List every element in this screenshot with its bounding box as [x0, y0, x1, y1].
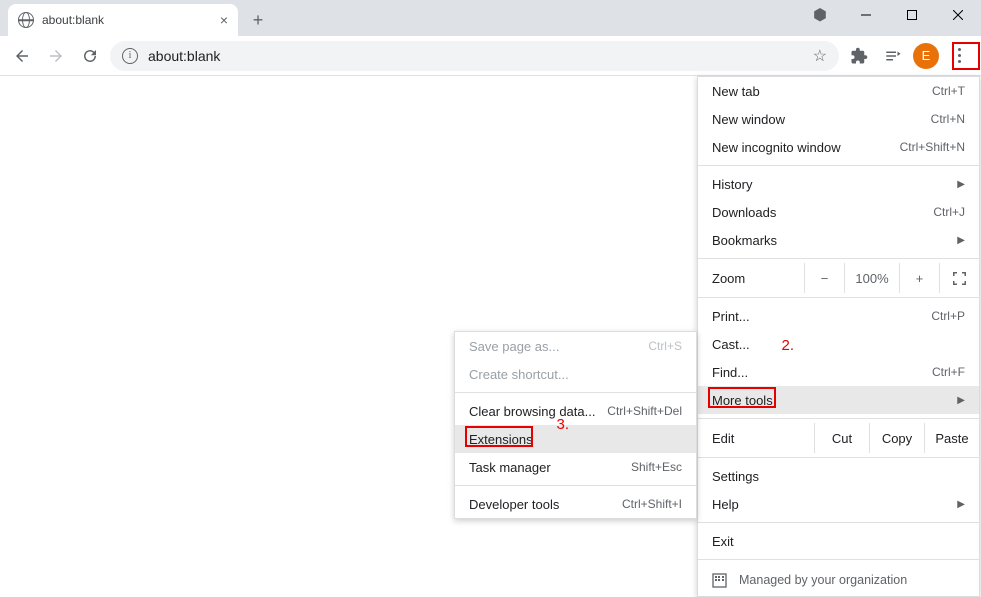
- media-control-icon[interactable]: [879, 42, 907, 70]
- submenu-create-shortcut[interactable]: Create shortcut...: [455, 360, 696, 388]
- browser-tab[interactable]: about:blank ×: [8, 4, 238, 36]
- menu-managed[interactable]: Managed by your organization: [698, 564, 979, 596]
- chevron-right-icon: ▶: [957, 395, 965, 406]
- more-tools-submenu: Save page as...Ctrl+S Create shortcut...…: [454, 331, 697, 519]
- site-info-icon[interactable]: i: [122, 48, 138, 64]
- chevron-right-icon: ▶: [957, 235, 965, 246]
- cut-button[interactable]: Cut: [814, 423, 869, 453]
- menu-history[interactable]: History▶: [698, 170, 979, 198]
- submenu-task-manager[interactable]: Task managerShift+Esc: [455, 453, 696, 481]
- maximize-button[interactable]: [889, 0, 935, 30]
- bookmark-star-icon[interactable]: ☆: [813, 46, 827, 66]
- menu-zoom: Zoom − 100% +: [698, 263, 979, 293]
- menu-new-incognito[interactable]: New incognito windowCtrl+Shift+N: [698, 133, 979, 161]
- tab-title: about:blank: [42, 13, 212, 27]
- copy-button[interactable]: Copy: [869, 423, 924, 453]
- chevron-right-icon: ▶: [957, 179, 965, 190]
- submenu-clear-data[interactable]: Clear browsing data...Ctrl+Shift+Del: [455, 397, 696, 425]
- window-controls: ⬢: [797, 0, 981, 30]
- new-tab-button[interactable]: +: [244, 6, 272, 34]
- address-bar[interactable]: i about:blank ☆: [110, 41, 839, 71]
- menu-help[interactable]: Help▶: [698, 490, 979, 518]
- menu-downloads[interactable]: DownloadsCtrl+J: [698, 198, 979, 226]
- menu-more-tools[interactable]: More tools▶: [698, 386, 979, 414]
- toolbar: i about:blank ☆ E: [0, 36, 981, 76]
- zoom-value: 100%: [844, 263, 899, 293]
- zoom-out-button[interactable]: −: [804, 263, 844, 293]
- menu-cast[interactable]: Cast...: [698, 330, 979, 358]
- back-button[interactable]: [8, 42, 36, 70]
- menu-new-window[interactable]: New windowCtrl+N: [698, 105, 979, 133]
- submenu-save-page[interactable]: Save page as...Ctrl+S: [455, 332, 696, 360]
- url-text: about:blank: [148, 48, 803, 64]
- profile-avatar[interactable]: E: [913, 43, 939, 69]
- minimize-button[interactable]: [843, 0, 889, 30]
- close-window-button[interactable]: [935, 0, 981, 30]
- menu-exit[interactable]: Exit: [698, 527, 979, 555]
- globe-icon: [18, 12, 34, 28]
- menu-settings[interactable]: Settings: [698, 462, 979, 490]
- forward-button[interactable]: [42, 42, 70, 70]
- close-tab-icon[interactable]: ×: [220, 12, 228, 28]
- chrome-menu-button[interactable]: [945, 42, 973, 70]
- submenu-dev-tools[interactable]: Developer toolsCtrl+Shift+I: [455, 490, 696, 518]
- reload-button[interactable]: [76, 42, 104, 70]
- zoom-in-button[interactable]: +: [899, 263, 939, 293]
- menu-print[interactable]: Print...Ctrl+P: [698, 302, 979, 330]
- chevron-right-icon: ▶: [957, 499, 965, 510]
- menu-new-tab[interactable]: New tabCtrl+T: [698, 77, 979, 105]
- menu-bookmarks[interactable]: Bookmarks▶: [698, 226, 979, 254]
- extensions-icon[interactable]: [845, 42, 873, 70]
- menu-find[interactable]: Find...Ctrl+F: [698, 358, 979, 386]
- paste-button[interactable]: Paste: [924, 423, 979, 453]
- building-icon: [712, 573, 727, 588]
- submenu-extensions[interactable]: Extensions: [455, 425, 696, 453]
- page-content: 1. New tabCtrl+T New windowCtrl+N New in…: [0, 76, 981, 519]
- menu-edit: Edit Cut Copy Paste: [698, 423, 979, 453]
- incognito-indicator-icon: ⬢: [797, 0, 843, 30]
- fullscreen-button[interactable]: [939, 263, 979, 293]
